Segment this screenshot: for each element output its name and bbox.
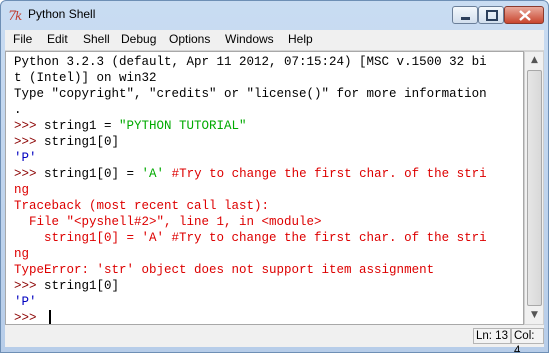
menu-windows[interactable]: Windows: [223, 32, 276, 46]
shell-line: >>> string1 = "PYTHON TUTORIAL": [14, 118, 247, 134]
line-number-status: Ln: 13: [473, 328, 511, 344]
close-icon: [505, 7, 543, 23]
svg-text:k: k: [15, 9, 22, 23]
result-text: 'P': [14, 151, 37, 165]
code-text: string1[0]: [44, 135, 120, 149]
menu-file[interactable]: File: [11, 32, 34, 46]
shell-line: ng: [14, 246, 29, 262]
code-text: string1 =: [44, 119, 120, 133]
scroll-up-arrow-icon[interactable]: ▲: [527, 53, 542, 68]
shell-line: >>> string1[0]: [14, 134, 119, 150]
maximize-button[interactable]: [478, 6, 504, 24]
menu-help[interactable]: Help: [286, 32, 315, 46]
scrollbar-thumb[interactable]: [527, 70, 542, 306]
maximize-icon: [479, 7, 503, 23]
python-idle-icon: 7 k: [8, 7, 24, 24]
code-text: string1[0] =: [44, 167, 142, 181]
output-text: .: [14, 103, 22, 117]
shell-line: Traceback (most recent call last):: [14, 198, 269, 214]
prompt: >>>: [14, 311, 45, 325]
shell-line: Type "copyright", "credits" or "license(…: [14, 86, 487, 102]
output-text: t (Intel)] on win32: [14, 71, 157, 85]
shell-line: .: [14, 102, 22, 118]
menu-debug[interactable]: Debug: [119, 32, 158, 46]
menu-shell[interactable]: Shell: [81, 32, 112, 46]
comment-text: #Try to change the first char. of the st…: [164, 167, 487, 181]
scroll-down-arrow-icon[interactable]: ▼: [527, 308, 542, 323]
shell-line: 'P': [14, 294, 37, 310]
prompt: >>>: [14, 135, 45, 149]
string-literal: "PYTHON TUTORIAL": [119, 119, 247, 133]
menu-options[interactable]: Options: [167, 32, 212, 46]
shell-line: string1[0] = 'A' #Try to change the firs…: [14, 230, 487, 246]
error-text: TypeError: 'str' object does not support…: [14, 263, 435, 277]
shell-line: >>>: [14, 310, 45, 325]
shell-line: >>> string1[0] = 'A' #Try to change the …: [14, 166, 487, 182]
comment-text: ng: [14, 183, 30, 197]
output-text: Type "copyright", "credits" or "license(…: [14, 87, 487, 101]
error-text: string1[0] = 'A' #Try to change the firs…: [14, 231, 487, 245]
prompt: >>>: [14, 167, 45, 181]
output-text: Python 3.2.3 (default, Apr 11 2012, 07:1…: [14, 55, 487, 69]
error-text: File "<pyshell#2>", line 1, in <module>: [14, 215, 322, 229]
python-shell-window: 7 k Python Shell File Edit Shell Debug O…: [0, 0, 549, 353]
prompt: >>>: [14, 279, 45, 293]
column-number-status: Col: 4: [511, 328, 544, 352]
code-text: string1[0]: [44, 279, 120, 293]
menu-bar: File Edit Shell Debug Options Windows He…: [5, 30, 544, 51]
shell-line: File "<pyshell#2>", line 1, in <module>: [14, 214, 322, 230]
status-bar: Ln: 13 Col: 4: [5, 325, 544, 352]
text-cursor: [49, 310, 51, 324]
prompt: >>>: [14, 119, 45, 133]
minimize-button[interactable]: [452, 6, 478, 24]
minimize-icon: [453, 7, 477, 23]
shell-line: t (Intel)] on win32: [14, 70, 157, 86]
title-bar[interactable]: 7 k Python Shell: [1, 1, 548, 30]
result-text: 'P': [14, 295, 37, 309]
error-text: Traceback (most recent call last):: [14, 199, 270, 213]
shell-line: TypeError: 'str' object does not support…: [14, 262, 434, 278]
menu-edit[interactable]: Edit: [45, 32, 70, 46]
vertical-scrollbar[interactable]: ▲ ▼: [524, 51, 544, 325]
shell-text-area[interactable]: Python 3.2.3 (default, Apr 11 2012, 07:1…: [5, 51, 524, 325]
shell-line: >>> string1[0]: [14, 278, 119, 294]
string-literal: 'A': [141, 167, 165, 181]
shell-line: ng: [14, 182, 29, 198]
shell-line: Python 3.2.3 (default, Apr 11 2012, 07:1…: [14, 54, 487, 70]
shell-line: 'P': [14, 150, 37, 166]
close-button[interactable]: [504, 6, 544, 24]
window-title: Python Shell: [28, 7, 96, 21]
error-text: ng: [14, 247, 30, 261]
